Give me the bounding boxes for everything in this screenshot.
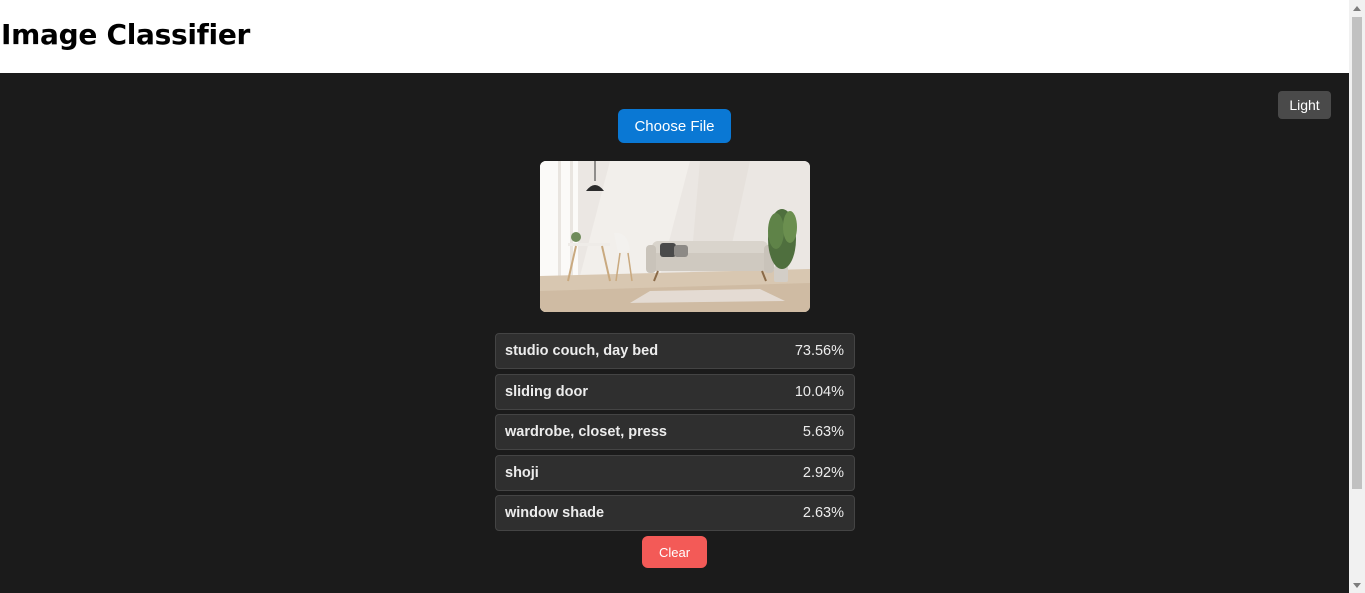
result-row: studio couch, day bed 73.56%: [495, 333, 855, 369]
vertical-scrollbar[interactable]: [1349, 0, 1365, 593]
theme-toggle-button[interactable]: Light: [1278, 91, 1331, 119]
page-title: Image Classifier: [1, 18, 251, 51]
chevron-down-icon[interactable]: [1349, 577, 1365, 593]
scrollbar-thumb[interactable]: [1352, 17, 1362, 489]
page: Image Classifier Light Choose File studi…: [0, 0, 1349, 593]
result-score: 2.92%: [802, 464, 844, 481]
result-label: wardrobe, closet, press: [505, 424, 667, 440]
main-panel: Light Choose File studio couch, day bed …: [0, 73, 1349, 593]
results-list: studio couch, day bed 73.56% sliding door 1…: [495, 333, 855, 536]
clear-button[interactable]: Clear: [642, 536, 707, 568]
result-score: 2.63%: [802, 505, 844, 521]
result-score: 5.63%: [802, 424, 844, 440]
result-row: sliding door 10.04%: [495, 373, 855, 410]
result-score: 10.04%: [794, 383, 844, 400]
chevron-up-icon[interactable]: [1349, 0, 1365, 16]
result-row: shoji 2.92%: [495, 454, 855, 491]
result-row: wardrobe, closet, press 5.63%: [495, 414, 855, 450]
app-header: Image Classifier: [0, 0, 1349, 73]
result-label: shoji: [505, 464, 539, 481]
result-score: 73.56%: [794, 343, 844, 359]
result-label: window shade: [505, 505, 605, 521]
result-label: sliding door: [505, 383, 588, 400]
choose-file-button[interactable]: Choose File: [618, 109, 731, 143]
result-row: window shade 2.63%: [495, 495, 855, 531]
uploaded-image-preview: [540, 161, 810, 312]
result-label: studio couch, day bed: [505, 343, 659, 359]
